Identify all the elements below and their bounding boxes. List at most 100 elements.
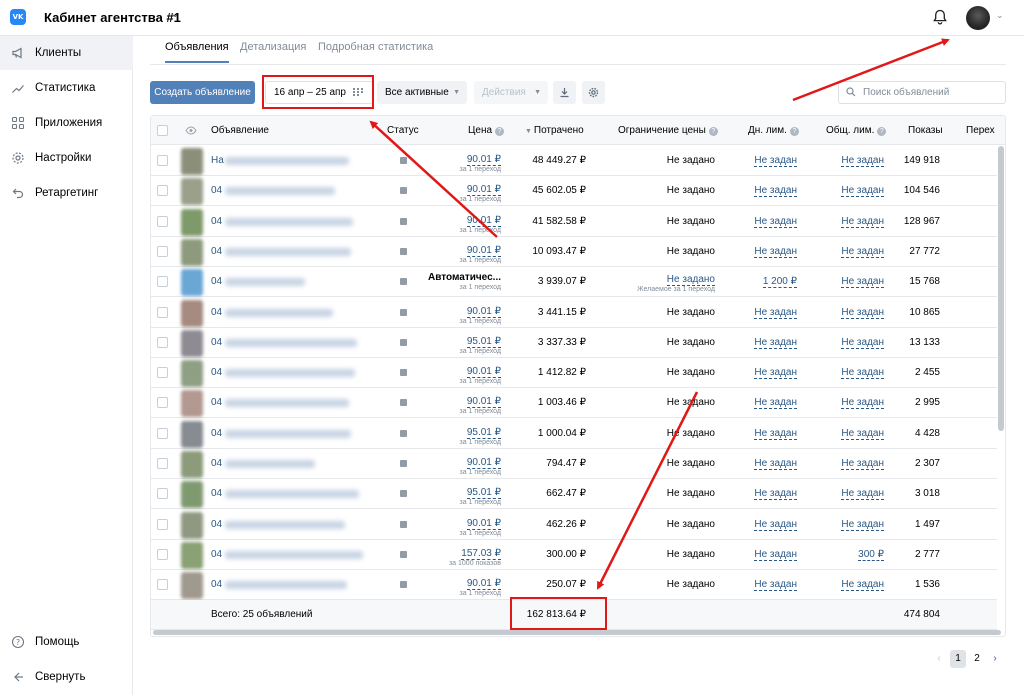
page-1-button[interactable]: 1 — [950, 650, 966, 668]
bell-icon[interactable] — [931, 8, 949, 26]
col-ad[interactable]: Объявление — [211, 125, 269, 136]
price-limit-link[interactable]: Не задано Желаемое за 1 переход — [637, 271, 715, 293]
search-input[interactable]: Поиск объявлений — [838, 81, 1006, 104]
row-checkbox[interactable] — [157, 579, 168, 591]
help-icon[interactable]: ? — [789, 127, 799, 136]
row-checkbox[interactable] — [157, 518, 168, 530]
chevron-down-icon[interactable]: ⌄ — [996, 10, 1004, 21]
total-limit-link[interactable]: Не задан — [841, 276, 884, 289]
price-link[interactable]: 90.01 ₽ за 1 переход — [460, 515, 501, 537]
download-button[interactable] — [553, 81, 576, 104]
total-limit-link[interactable]: Не задан — [841, 458, 884, 470]
col-price[interactable]: Цена? — [468, 125, 505, 136]
ad-thumbnail[interactable] — [181, 208, 203, 236]
vk-logo[interactable]: VK — [10, 9, 26, 25]
day-limit-link[interactable]: Не задан — [754, 428, 797, 440]
cabinet-title[interactable]: Кабинет агентства #1 — [44, 10, 181, 25]
day-limit-link[interactable]: Не задан — [754, 458, 797, 470]
vertical-scrollbar[interactable] — [998, 146, 1004, 431]
help-icon[interactable]: ? — [495, 127, 505, 136]
row-checkbox[interactable] — [157, 336, 168, 348]
horizontal-scrollbar[interactable] — [153, 630, 1001, 635]
ad-thumbnail[interactable] — [181, 541, 203, 569]
sidebar-item-clients[interactable]: Клиенты — [0, 36, 133, 70]
ad-name-link[interactable]: 04 — [211, 216, 222, 227]
total-limit-link[interactable]: Не задан — [841, 155, 884, 167]
total-limit-link[interactable]: Не задан — [841, 579, 884, 592]
actions-select[interactable]: Действия ▼ — [474, 81, 548, 104]
total-limit-link[interactable]: Не задан — [841, 367, 884, 380]
total-limit-link[interactable]: Не задан — [841, 397, 884, 410]
table-settings-button[interactable] — [582, 81, 605, 104]
col-status[interactable]: Статус — [387, 125, 419, 136]
col-total-limit[interactable]: Общ. лим.? — [826, 125, 887, 136]
page-2-button[interactable]: 2 — [972, 650, 982, 668]
status-filter-select[interactable]: Все активные ▼ — [377, 81, 467, 104]
ad-thumbnail[interactable] — [181, 390, 203, 418]
price-link[interactable]: 90.01 ₽ за 1 переход — [460, 454, 501, 476]
ad-name-link[interactable]: 04 — [211, 185, 222, 196]
tab-ads[interactable]: Объявления — [165, 41, 229, 63]
day-limit-link[interactable]: Не задан — [754, 488, 797, 501]
ad-name-link[interactable]: 04 — [211, 367, 222, 378]
row-checkbox[interactable] — [157, 458, 168, 469]
row-checkbox[interactable] — [157, 427, 168, 439]
sidebar-collapse[interactable]: Свернуть — [0, 660, 133, 694]
table-row[interactable]: 04 95.01 ₽ за 1 переход 662.47 ₽ Не задано Не… — [151, 479, 997, 510]
table-row[interactable]: 04 90.01 ₽ за 1 переход 41 582.58 ₽ Не задан… — [151, 207, 997, 237]
table-row[interactable]: 04 90.01 ₽ за 1 переход 10 093.47 ₽ Не задан… — [151, 237, 997, 267]
ad-name-link[interactable]: 04 — [211, 276, 222, 287]
price-link[interactable]: 90.01 ₽ за 1 переход — [460, 242, 501, 264]
sidebar-help[interactable]: ? Помощь — [0, 625, 133, 659]
price-link[interactable]: 95.01 ₽ за 1 переход — [460, 424, 501, 446]
total-limit-link[interactable]: Не задан — [841, 519, 884, 531]
ad-thumbnail[interactable] — [181, 299, 203, 327]
day-limit-link[interactable]: Не задан — [754, 185, 797, 198]
ad-name-link[interactable]: На — [211, 155, 224, 166]
ad-thumbnail[interactable] — [181, 420, 203, 448]
ad-name-link[interactable]: 04 — [211, 428, 222, 439]
day-limit-link[interactable]: Не задан — [754, 246, 797, 258]
ad-thumbnail[interactable] — [181, 238, 203, 266]
select-all-checkbox[interactable] — [157, 125, 168, 136]
ad-name-link[interactable]: 04 — [211, 549, 222, 560]
prev-page-button[interactable]: ‹ — [934, 650, 944, 668]
price-link[interactable]: 90.01 ₽ за 1 переход — [460, 363, 501, 385]
total-limit-link[interactable]: Не задан — [841, 246, 884, 258]
ad-name-link[interactable]: 04 — [211, 246, 222, 257]
price-link[interactable]: 90.01 ₽ за 1 переход — [460, 212, 501, 234]
total-limit-link[interactable]: Не задан — [841, 488, 884, 501]
table-row[interactable]: 04 95.01 ₽ за 1 переход 3 337.33 ₽ Не задано… — [151, 328, 997, 358]
ad-thumbnail[interactable] — [181, 178, 203, 206]
table-row[interactable]: 04 95.01 ₽ за 1 переход 1 000.04 ₽ Не задано… — [151, 419, 997, 449]
table-row[interactable]: 04 90.01 ₽ за 1 переход 3 441.15 ₽ Не задано… — [151, 298, 997, 328]
help-icon[interactable]: ? — [877, 127, 887, 136]
ad-name-link[interactable]: 04 — [211, 519, 222, 530]
help-icon[interactable]: ? — [708, 127, 718, 136]
ad-thumbnail[interactable] — [181, 451, 203, 478]
create-ad-button[interactable]: Создать объявление — [150, 81, 255, 104]
table-row[interactable]: 04 90.01 ₽ за 1 переход 45 602.05 ₽ Не задан… — [151, 176, 997, 207]
table-row[interactable]: На 90.01 ₽ за 1 переход 48 449.27 ₽ Не задан… — [151, 146, 997, 176]
ad-thumbnail[interactable] — [181, 572, 203, 600]
ad-thumbnail[interactable] — [181, 148, 203, 175]
day-limit-link[interactable]: Не задан — [754, 397, 797, 410]
row-checkbox[interactable] — [157, 276, 168, 288]
chevron-down-icon[interactable]: ⌄ — [171, 9, 179, 20]
day-limit-link[interactable]: Не задан — [754, 579, 797, 592]
table-row[interactable]: 04 90.01 ₽ за 1 переход 250.07 ₽ Не задано Не… — [151, 570, 997, 601]
table-row[interactable]: 04 90.01 ₽ за 1 переход 1 003.46 ₽ Не задано… — [151, 388, 997, 419]
ad-thumbnail[interactable] — [181, 329, 203, 357]
table-row[interactable]: 04 90.01 ₽ за 1 переход 794.47 ₽ Не задано Не… — [151, 449, 997, 479]
total-limit-link[interactable]: Не задан — [841, 337, 884, 349]
day-limit-link[interactable]: Не задан — [754, 337, 797, 349]
avatar[interactable] — [966, 6, 990, 30]
day-limit-link[interactable]: Не задан — [754, 367, 797, 380]
sidebar-item-settings[interactable]: Настройки — [0, 141, 133, 175]
sidebar-item-retargeting[interactable]: Ретаргетинг — [0, 176, 133, 210]
row-checkbox[interactable] — [157, 306, 168, 318]
ad-name-link[interactable]: 04 — [211, 307, 222, 318]
price-link[interactable]: 95.01 ₽ за 1 переход — [460, 333, 501, 355]
row-checkbox[interactable] — [157, 245, 168, 257]
price-link[interactable]: 157.03 ₽ за 1000 показов — [449, 545, 501, 567]
